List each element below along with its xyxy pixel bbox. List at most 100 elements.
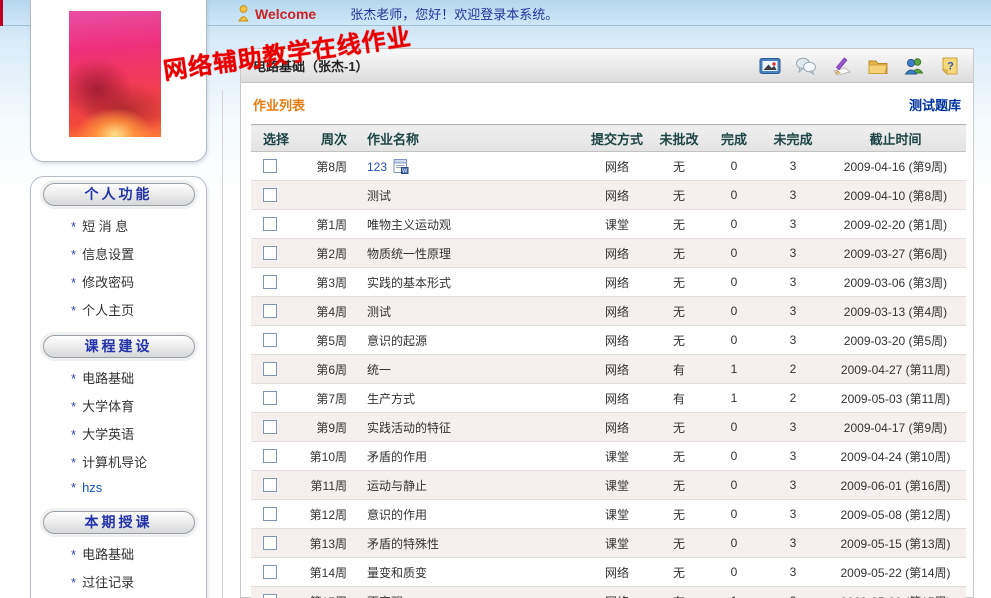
column-header: 周次 — [291, 125, 351, 152]
cell-deadline: 2009-04-24 (第10周) — [825, 442, 966, 471]
cell-homework-name: 测试 — [351, 181, 583, 210]
cell-select — [251, 239, 291, 268]
cell-week: 第7周 — [291, 384, 351, 413]
row-checkbox[interactable] — [263, 246, 277, 260]
cell-select — [251, 384, 291, 413]
row-checkbox[interactable] — [263, 333, 277, 347]
sidebar-item-label: 计算机导论 — [82, 455, 147, 470]
cell-method: 网络 — [583, 355, 651, 384]
cell-deadline: 2009-03-06 (第3周) — [825, 268, 966, 297]
bullet-asterisk: * — [71, 371, 76, 386]
sidebar-item-label: hzs — [82, 480, 102, 495]
question-bank-link[interactable]: 测试题库 — [909, 95, 961, 114]
users-icon[interactable] — [903, 56, 925, 76]
cell-done-count: 0 — [707, 558, 761, 587]
svg-text:?: ? — [947, 60, 954, 72]
column-header: 未完成 — [761, 125, 825, 152]
cell-week: 第9周 — [291, 413, 351, 442]
cell-week: 第15周 — [291, 587, 351, 598]
sidebar-item[interactable]: *电路基础 — [71, 544, 206, 563]
cell-ungraded: 无 — [651, 152, 707, 181]
row-checkbox[interactable] — [263, 449, 277, 463]
cell-method: 课堂 — [583, 442, 651, 471]
cell-ungraded: 无 — [651, 210, 707, 239]
sidebar-item-label: 电路基础 — [82, 371, 134, 386]
sidebar-item[interactable]: *大学体育 — [71, 396, 206, 415]
cell-undone-count: 3 — [761, 471, 825, 500]
cell-undone-count: 3 — [761, 500, 825, 529]
cell-select — [251, 297, 291, 326]
cell-select — [251, 500, 291, 529]
sidebar-item[interactable]: *大学英语 — [71, 424, 206, 443]
cell-deadline: 2009-06-01 (第16周) — [825, 471, 966, 500]
cell-deadline: 2009-05-15 (第13周) — [825, 529, 966, 558]
main-panel: 电路基础（张杰-1） — [240, 48, 974, 598]
sidebar-item[interactable]: *hzs — [71, 480, 206, 495]
word-doc-icon[interactable]: W — [393, 158, 409, 174]
chat-icon[interactable] — [795, 56, 817, 76]
table-row: 第7周生产方式网络有122009-05-03 (第11周) — [251, 384, 966, 413]
person-icon — [238, 5, 249, 22]
sidebar-item[interactable]: *计算机导论 — [71, 452, 206, 471]
profile-photo — [69, 11, 161, 137]
cell-undone-count: 3 — [761, 558, 825, 587]
cell-deadline: 2009-04-27 (第11周) — [825, 355, 966, 384]
list-header: 作业列表 测试题库 — [241, 83, 973, 122]
row-checkbox[interactable] — [263, 188, 277, 202]
sidebar-item-label: 大学英语 — [82, 427, 134, 442]
row-checkbox[interactable] — [263, 217, 277, 231]
homework-name: 实践活动的特征 — [367, 421, 451, 435]
cell-undone-count: 2 — [761, 384, 825, 413]
row-checkbox[interactable] — [263, 304, 277, 318]
row-checkbox[interactable] — [263, 478, 277, 492]
homework-name: 测试 — [367, 305, 391, 319]
sidebar-item[interactable]: * 电路基础 — [71, 368, 206, 387]
edit-icon[interactable] — [831, 56, 853, 76]
column-header: 选择 — [251, 125, 291, 152]
sidebar-item[interactable]: *信息设置 — [71, 244, 206, 263]
sidebar-item-label: 短 消 息 — [82, 219, 128, 234]
sidebar-section-title: 本期授课 — [43, 511, 195, 534]
cell-week: 第3周 — [291, 268, 351, 297]
cell-select — [251, 152, 291, 181]
sidebar-item-label: 个人主页 — [82, 303, 134, 318]
sidebar-item[interactable]: *个人主页 — [71, 300, 206, 319]
cell-week — [291, 181, 351, 210]
table-row: 第5周意识的起源网络无032009-03-20 (第5周) — [251, 326, 966, 355]
row-checkbox[interactable] — [263, 275, 277, 289]
row-checkbox[interactable] — [263, 391, 277, 405]
sidebar-item[interactable]: *修改密码 — [71, 272, 206, 291]
cell-done-count: 0 — [707, 529, 761, 558]
sidebar-item-label: 修改密码 — [82, 275, 134, 290]
sidebar-item[interactable]: *短 消 息 — [71, 216, 206, 235]
bullet-asterisk: * — [71, 575, 76, 590]
row-checkbox[interactable] — [263, 507, 277, 521]
row-checkbox[interactable] — [263, 536, 277, 550]
svg-text:W: W — [402, 168, 408, 174]
row-checkbox[interactable] — [263, 362, 277, 376]
folder-icon[interactable] — [867, 56, 889, 76]
table-row: 第14周量变和质变网络无032009-05-22 (第14周) — [251, 558, 966, 587]
homework-name-link[interactable]: 123 — [367, 160, 387, 174]
cell-method: 网络 — [583, 326, 651, 355]
row-checkbox[interactable] — [263, 594, 277, 598]
row-checkbox[interactable] — [263, 420, 277, 434]
sidebar-item[interactable]: *过往记录 — [71, 572, 206, 591]
row-checkbox[interactable] — [263, 565, 277, 579]
bullet-asterisk: * — [71, 399, 76, 414]
cell-week: 第5周 — [291, 326, 351, 355]
cell-done-count: 1 — [707, 384, 761, 413]
row-checkbox[interactable] — [263, 159, 277, 173]
homework-table: 选择周次作业名称提交方式未批改完成未完成截止时间 第8周123W网络无03200… — [251, 124, 966, 598]
cell-week: 第11周 — [291, 471, 351, 500]
homework-name: 测试 — [367, 189, 391, 203]
help-icon[interactable]: ? — [939, 56, 961, 76]
cell-done-count: 0 — [707, 326, 761, 355]
homework-name: 物质统一性原理 — [367, 247, 451, 261]
cell-method: 网络 — [583, 152, 651, 181]
cell-homework-name: 测试 — [351, 297, 583, 326]
cell-deadline: 2009-05-08 (第12周) — [825, 500, 966, 529]
cell-ungraded: 无 — [651, 500, 707, 529]
photo-icon[interactable] — [759, 56, 781, 76]
cell-ungraded: 无 — [651, 413, 707, 442]
